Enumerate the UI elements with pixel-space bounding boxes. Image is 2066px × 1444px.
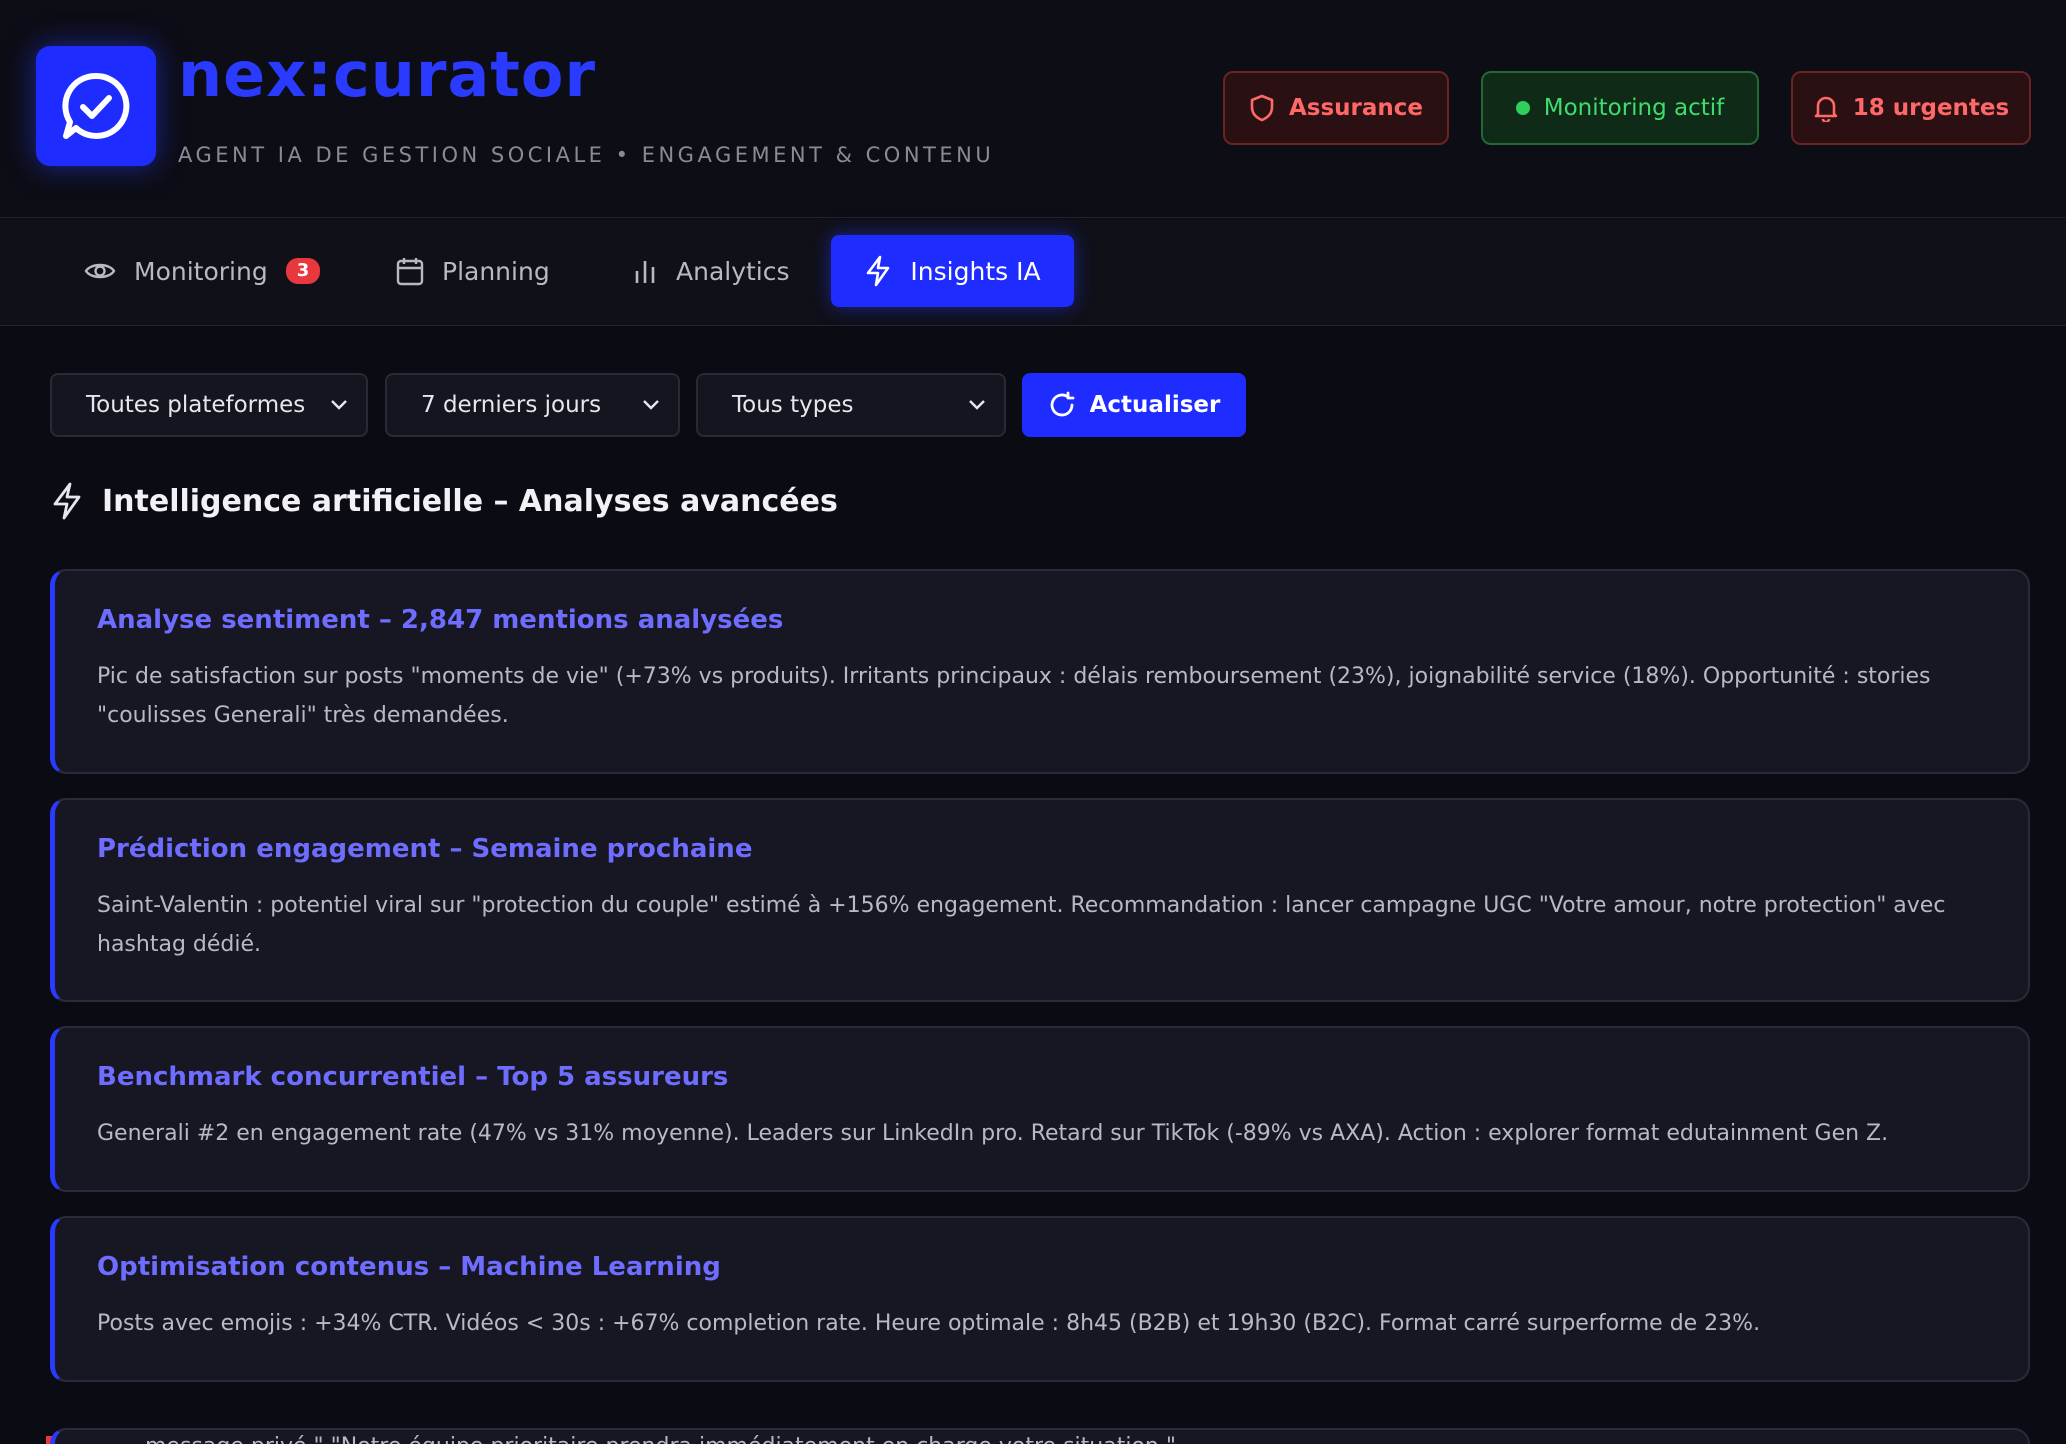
peek-text: message privé." "Notre équipe prioritair… xyxy=(145,1434,1176,1444)
tab-insights-ia[interactable]: Insights IA xyxy=(831,235,1074,307)
platform-select-value: Toutes plateformes xyxy=(86,392,306,418)
insight-text: Generali #2 en engagement rate (47% vs 3… xyxy=(97,1121,1889,1146)
insight-card: Optimisation contenus – Machine Learning… xyxy=(50,1216,2030,1382)
tab-insights-label: Insights IA xyxy=(910,256,1041,286)
monitoring-label: Monitoring actif xyxy=(1543,95,1725,121)
monitoring-status-button[interactable]: Monitoring actif xyxy=(1481,71,1759,145)
lightning-icon xyxy=(53,482,81,520)
period-select-value: 7 derniers jours xyxy=(421,392,602,418)
chevron-down-icon xyxy=(643,400,659,410)
eye-icon xyxy=(84,263,116,279)
tab-planning[interactable]: Planning xyxy=(374,235,572,307)
assurance-button[interactable]: Assurance xyxy=(1223,71,1449,145)
lightning-icon xyxy=(867,255,890,287)
assurance-label: Assurance xyxy=(1288,95,1424,121)
insight-card: Benchmark concurrentiel – Top 5 assureur… xyxy=(50,1026,2030,1192)
chat-check-icon xyxy=(62,72,130,139)
tab-analytics-label: Analytics xyxy=(676,256,790,286)
tab-bar: Monitoring 3 Planning Analytics Insights… xyxy=(0,219,2066,326)
bar-chart-icon xyxy=(635,261,655,283)
tab-monitoring-label: Monitoring xyxy=(134,256,268,286)
section-title-text: Intelligence artificielle – Analyses ava… xyxy=(102,483,838,519)
insight-title: Optimisation contenus – Machine Learning xyxy=(97,1252,721,1282)
app-header: nex:curator AGENT IA DE GESTION SOCIALE … xyxy=(0,0,2066,218)
next-card-peek: message privé." "Notre équipe prioritair… xyxy=(50,1428,2030,1444)
tab-analytics[interactable]: Analytics xyxy=(610,235,812,307)
insight-card: Prédiction engagement – Semaine prochain… xyxy=(50,798,2030,1002)
insight-text: Pic de satisfaction sur posts "moments d… xyxy=(97,664,1931,728)
type-select-value: Tous types xyxy=(732,392,854,418)
insight-title: Prédiction engagement – Semaine prochain… xyxy=(97,834,753,864)
tab-planning-label: Planning xyxy=(442,256,550,286)
insight-title: Benchmark concurrentiel – Top 5 assureur… xyxy=(97,1062,729,1092)
logo xyxy=(36,46,156,166)
insight-card: Analyse sentiment – 2,847 mentions analy… xyxy=(50,569,2030,774)
insight-text: Posts avec emojis : +34% CTR. Vidéos < 3… xyxy=(97,1311,1761,1336)
platform-select[interactable]: Toutes plateformes xyxy=(50,373,368,437)
refresh-icon xyxy=(1050,391,1075,417)
shield-icon xyxy=(1250,94,1274,122)
period-select[interactable]: 7 derniers jours xyxy=(385,373,680,437)
chevron-down-icon xyxy=(331,400,347,410)
monitoring-count-badge: 3 xyxy=(285,258,321,284)
status-dot-icon xyxy=(1515,101,1530,115)
type-select[interactable]: Tous types xyxy=(696,373,1006,437)
bell-icon xyxy=(1814,96,1838,122)
insight-title: Analyse sentiment – 2,847 mentions analy… xyxy=(97,605,784,635)
chevron-down-icon xyxy=(969,400,985,410)
insight-text: Saint-Valentin : potentiel viral sur "pr… xyxy=(97,893,1946,957)
calendar-icon xyxy=(396,258,424,286)
tab-monitoring[interactable]: Monitoring 3 xyxy=(62,235,342,307)
urgent-notifications-button[interactable]: 18 urgentes xyxy=(1791,71,2031,145)
brand-name: nex:curator xyxy=(178,38,597,111)
refresh-button[interactable]: Actualiser xyxy=(1022,373,1246,437)
urgent-label: 18 urgentes xyxy=(1852,95,2010,121)
brand-tagline: AGENT IA DE GESTION SOCIALE • ENGAGEMENT… xyxy=(178,143,995,167)
section-title: Intelligence artificielle – Analyses ava… xyxy=(50,478,838,524)
refresh-label: Actualiser xyxy=(1089,392,1221,418)
